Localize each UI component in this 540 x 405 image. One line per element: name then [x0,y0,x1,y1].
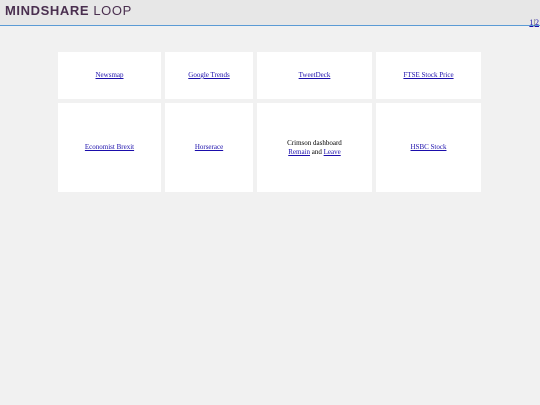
crimson-dashboard-title: Crimson dashboard [287,138,342,147]
tile-economist-brexit: Economist Brexit [58,103,161,192]
newsmap-link[interactable]: Newsmap [96,71,124,80]
tile-crimson-dashboard: Crimson dashboard Remain and Leave [257,103,372,192]
leave-link[interactable]: Leave [324,148,341,156]
remain-link[interactable]: Remain [288,148,310,156]
ftse-stock-price-link[interactable]: FTSE Stock Price [403,71,453,80]
mindshare-loop-logo[interactable]: MINDSHARE LOOP [5,3,132,18]
tile-google-trends: Google Trends [165,52,253,99]
horserace-link[interactable]: Horserace [195,143,223,152]
tile-ftse-stock-price: FTSE Stock Price [376,52,481,99]
hsbc-stock-link[interactable]: HSBC Stock [411,143,447,152]
google-trends-link[interactable]: Google Trends [188,71,229,80]
logo-light-text: LOOP [93,3,132,18]
economist-brexit-link[interactable]: Economist Brexit [85,143,134,152]
pagination: 1|2 [529,18,539,27]
tile-horserace: Horserace [165,103,253,192]
and-text: and [311,147,322,156]
tile-tweetdeck: TweetDeck [257,52,372,99]
top-bar: MINDSHARE LOOP [0,0,540,26]
logo-bold-text: MINDSHARE [5,3,90,18]
tile-hsbc-stock: HSBC Stock [376,103,481,192]
page-2-link[interactable]: 2 [535,18,539,27]
tile-newsmap: Newsmap [58,52,161,99]
tweetdeck-link[interactable]: TweetDeck [299,71,331,80]
